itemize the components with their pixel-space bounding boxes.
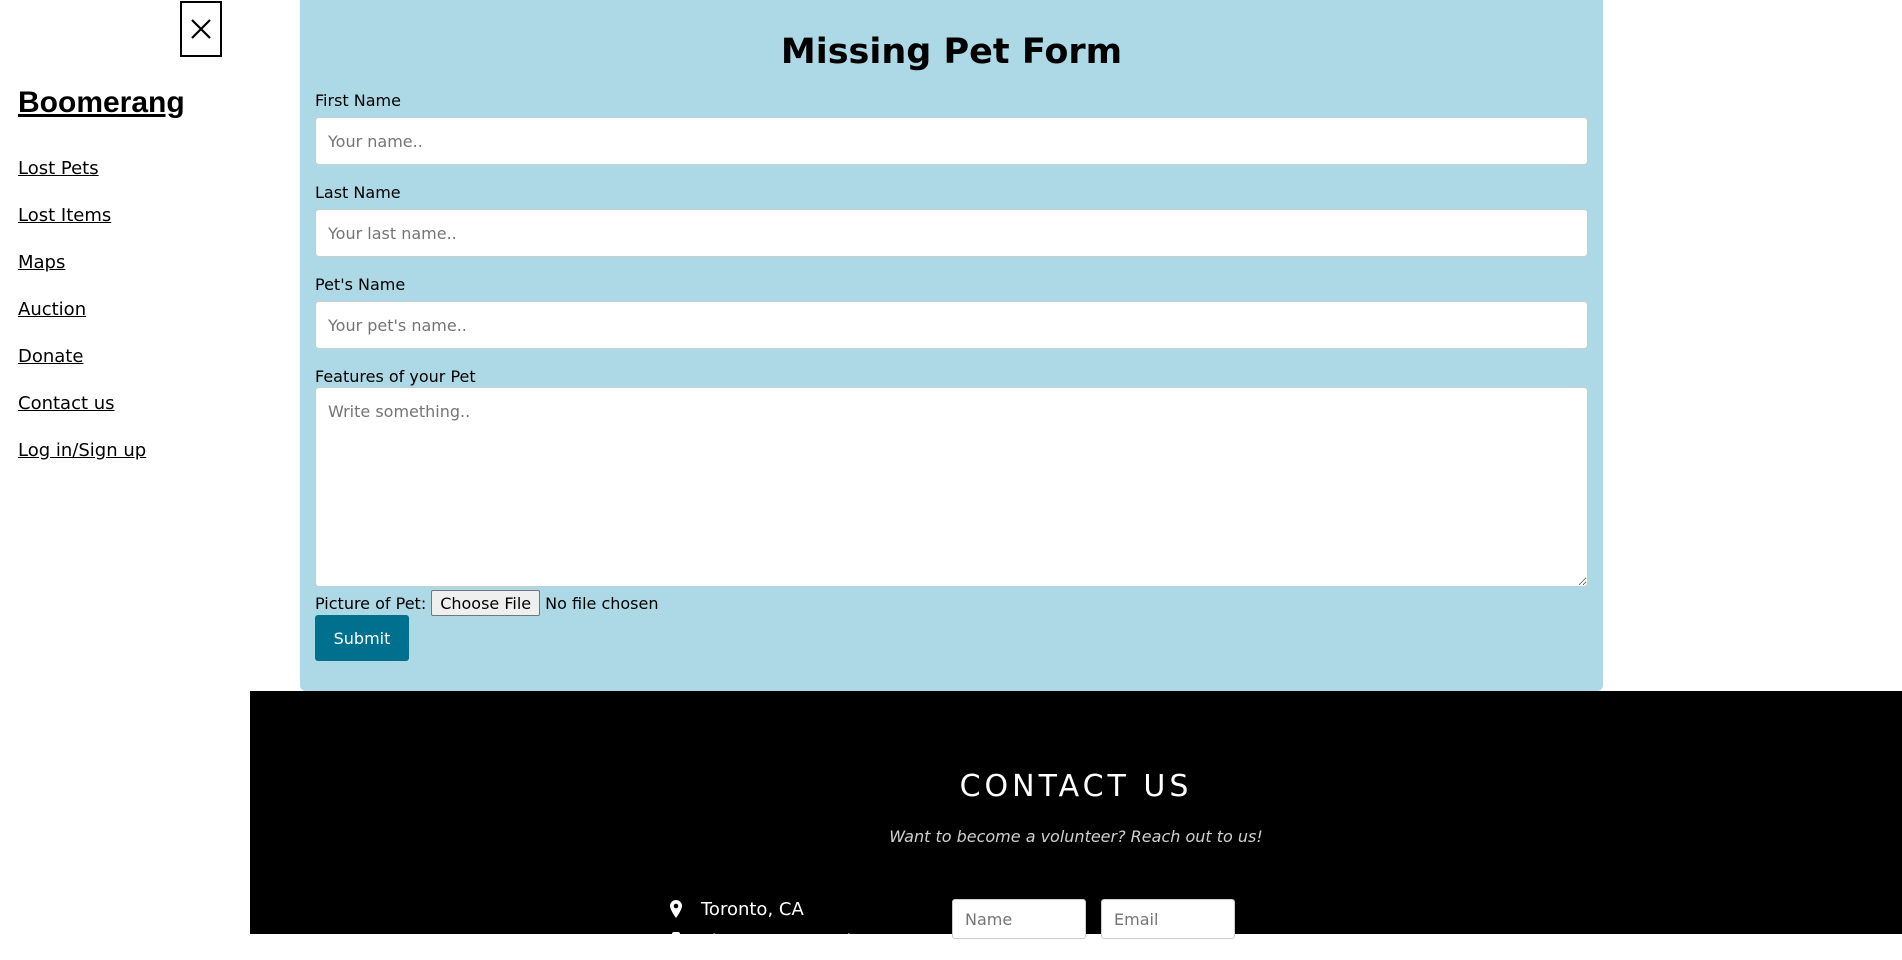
contact-footer: CONTACT US Want to become a volunteer? R… xyxy=(250,691,1902,952)
submit-button[interactable]: Submit xyxy=(315,615,409,661)
phone-icon xyxy=(665,932,687,950)
features-textarea[interactable] xyxy=(315,387,1588,587)
footer-name-input[interactable] xyxy=(952,899,1086,939)
brand-logo-link[interactable]: Boomerang xyxy=(18,86,185,120)
picture-upload-row: Picture of Pet: Choose File No file chos… xyxy=(315,590,658,616)
first-name-label: First Name xyxy=(315,91,401,110)
sidebar-nav: Lost Pets Lost Items Maps Auction Donate… xyxy=(18,158,146,487)
picture-label: Picture of Pet: xyxy=(315,593,427,613)
location-row: Toronto, CA xyxy=(665,896,891,922)
last-name-label: Last Name xyxy=(315,183,401,202)
missing-pet-form-panel: Missing Pet Form First Name Last Name Pe… xyxy=(300,0,1603,691)
choose-file-button[interactable]: Choose File xyxy=(431,590,541,616)
features-label: Features of your Pet xyxy=(315,367,476,386)
pet-name-label: Pet's Name xyxy=(315,275,406,294)
contact-subtitle: Want to become a volunteer? Reach out to… xyxy=(889,827,1263,846)
close-icon xyxy=(191,19,211,39)
footer-email-input[interactable] xyxy=(1101,899,1235,939)
contact-info: Toronto, CA Phone: *Insert phone xyxy=(665,896,891,960)
nav-item-login-signup[interactable]: Log in/Sign up xyxy=(18,440,146,461)
last-name-input[interactable] xyxy=(315,209,1588,257)
nav-item-maps[interactable]: Maps xyxy=(18,252,65,273)
nav-item-contact-us[interactable]: Contact us xyxy=(18,393,115,414)
close-sidebar-button[interactable] xyxy=(180,1,222,57)
location-text: Toronto, CA xyxy=(701,898,804,920)
nav-item-lost-pets[interactable]: Lost Pets xyxy=(18,158,99,179)
file-status-text: No file chosen xyxy=(545,593,659,613)
nav-item-donate[interactable]: Donate xyxy=(18,346,83,367)
pet-name-input[interactable] xyxy=(315,301,1588,349)
nav-item-auction[interactable]: Auction xyxy=(18,299,86,320)
phone-row: Phone: *Insert phone xyxy=(665,928,891,954)
first-name-input[interactable] xyxy=(315,117,1588,165)
contact-title: CONTACT US xyxy=(959,769,1193,804)
form-title: Missing Pet Form xyxy=(780,32,1123,72)
nav-item-lost-items[interactable]: Lost Items xyxy=(18,205,111,226)
map-marker-icon xyxy=(665,900,687,918)
